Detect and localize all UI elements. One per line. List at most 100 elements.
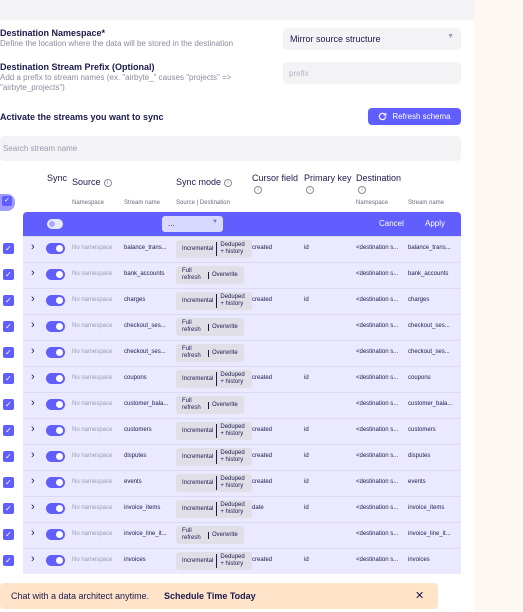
sync-mode-select[interactable]: Full refresh Overwrite: [176, 318, 244, 336]
row-checkbox[interactable]: ✓: [3, 477, 14, 488]
sync-toggle[interactable]: [46, 503, 65, 514]
sync-toggle[interactable]: [46, 477, 65, 488]
table-row[interactable]: ✓ › No namespace customer_bala... Full refre…: [0, 392, 474, 418]
sync-toggle[interactable]: [46, 243, 65, 254]
bulk-sync-toggle[interactable]: [47, 219, 63, 229]
destination-stream-name: invoice_line_it...: [408, 531, 451, 537]
stream-prefix-input[interactable]: prefix: [283, 62, 461, 84]
chevron-right-icon[interactable]: ›: [31, 371, 35, 383]
chevron-right-icon[interactable]: ›: [31, 423, 35, 435]
column-primary-key-label: Primary key: [304, 173, 352, 183]
sync-mode-select[interactable]: Full refresh Overwrite: [176, 344, 244, 362]
sync-mode-select[interactable]: Incremental Deduped + history: [176, 292, 253, 310]
sync-mode-select[interactable]: Incremental Deduped + history: [176, 552, 253, 570]
sync-toggle[interactable]: [46, 321, 65, 332]
sync-mode-select[interactable]: Incremental Deduped + history: [176, 370, 253, 388]
row-checkbox[interactable]: ✓: [3, 347, 14, 358]
sync-mode-select[interactable]: Incremental Deduped + history: [176, 448, 253, 466]
chevron-right-icon[interactable]: ›: [31, 241, 35, 253]
sync-mode-source: Incremental: [182, 297, 214, 304]
row-checkbox[interactable]: ✓: [3, 269, 14, 280]
chevron-right-icon[interactable]: ›: [31, 397, 35, 409]
source-stream-name: events: [124, 479, 142, 485]
bulk-cancel-button[interactable]: Cancel: [379, 219, 404, 228]
chevron-right-icon[interactable]: ›: [31, 293, 35, 305]
table-row[interactable]: ✓ › No namespace balance_trans... Incrementa…: [0, 236, 474, 262]
sync-toggle[interactable]: [46, 451, 65, 462]
sync-toggle[interactable]: [46, 399, 65, 410]
table-row[interactable]: ✓ › No namespace invoices Incremental Deduped…: [0, 548, 474, 574]
table-row[interactable]: ✓ › No namespace checkout_ses... Full refres…: [0, 340, 474, 366]
info-icon[interactable]: i: [224, 178, 233, 187]
bulk-apply-button[interactable]: Apply: [425, 219, 445, 228]
chevron-right-icon[interactable]: ›: [31, 527, 35, 539]
destination-namespace: <destination s...: [356, 375, 399, 381]
row-checkbox[interactable]: ✓: [3, 555, 14, 566]
stream-search-input[interactable]: Search stream name: [0, 136, 461, 161]
sync-mode-select[interactable]: Incremental Deduped + history: [176, 422, 253, 440]
column-primary-key: Primary key i: [304, 173, 352, 195]
sync-mode-select[interactable]: Full refresh Overwrite: [176, 526, 244, 544]
chevron-right-icon[interactable]: ›: [31, 267, 35, 279]
info-icon[interactable]: i: [103, 178, 112, 187]
sync-mode-source: Full refresh: [182, 268, 201, 281]
destination-stream-name: coupons: [408, 375, 431, 381]
sync-mode-select[interactable]: Incremental Deduped + history: [176, 474, 253, 492]
info-icon[interactable]: i: [358, 185, 366, 194]
chevron-right-icon[interactable]: ›: [31, 475, 35, 487]
sync-toggle[interactable]: [46, 555, 65, 566]
chevron-right-icon[interactable]: ›: [31, 345, 35, 357]
sync-toggle[interactable]: [46, 425, 65, 436]
schedule-time-link[interactable]: Schedule Time Today: [164, 591, 256, 601]
stream-search-placeholder: Search stream name: [3, 144, 78, 153]
destination-namespace: <destination s...: [356, 323, 399, 329]
table-row[interactable]: ✓ › No namespace bank_accounts Full refresh O…: [0, 262, 474, 288]
cursor-field: created: [252, 375, 273, 381]
table-row[interactable]: ✓ › No namespace customers Incremental Dedupe…: [0, 418, 474, 444]
sync-toggle[interactable]: [46, 347, 65, 358]
cursor-field: created: [252, 453, 273, 459]
row-checkbox[interactable]: ✓: [3, 373, 14, 384]
chevron-right-icon[interactable]: ›: [31, 553, 35, 565]
sync-toggle[interactable]: [46, 295, 65, 306]
bulk-sync-mode-dropdown[interactable]: ... ▼: [162, 216, 223, 232]
table-row[interactable]: ✓ › No namespace coupons Incremental Deduped …: [0, 366, 474, 392]
connection-form-card: Destination Namespace* Define the locati…: [0, 20, 474, 612]
destination-stream-name: balance_trans...: [408, 245, 451, 251]
sync-toggle[interactable]: [46, 373, 65, 384]
row-checkbox[interactable]: ✓: [3, 243, 14, 254]
select-all-checkbox[interactable]: [0, 194, 15, 211]
sync-toggle[interactable]: [46, 269, 65, 280]
row-checkbox[interactable]: ✓: [3, 503, 14, 514]
row-checkbox[interactable]: ✓: [3, 295, 14, 306]
sync-mode-select[interactable]: Incremental Deduped + history: [176, 240, 253, 258]
sync-mode-destination: Deduped + history: [216, 554, 252, 568]
sync-mode-select[interactable]: Full refresh Overwrite: [176, 266, 244, 284]
subheader-stream-name: Stream name: [124, 200, 161, 206]
table-row[interactable]: ✓ › No namespace checkout_ses... Full refres…: [0, 314, 474, 340]
subheader-namespace: Namespace: [72, 200, 105, 206]
sync-mode-select[interactable]: Incremental Deduped + history: [176, 500, 253, 518]
info-icon[interactable]: i: [254, 185, 262, 194]
table-row[interactable]: ✓ › No namespace invoice_items Incremental De…: [0, 496, 474, 522]
info-icon[interactable]: i: [306, 185, 314, 194]
chevron-right-icon[interactable]: ›: [31, 449, 35, 461]
chevron-right-icon[interactable]: ›: [31, 501, 35, 513]
row-checkbox[interactable]: ✓: [3, 425, 14, 436]
refresh-schema-button[interactable]: Refresh schema: [368, 108, 461, 125]
row-checkbox[interactable]: ✓: [3, 451, 14, 462]
destination-namespace-select[interactable]: Mirror source structure ▼: [283, 28, 461, 50]
row-checkbox[interactable]: ✓: [3, 529, 14, 540]
row-checkbox[interactable]: ✓: [3, 321, 14, 332]
chevron-right-icon[interactable]: ›: [31, 319, 35, 331]
column-cursor-field-label: Cursor field: [252, 173, 299, 183]
row-checkbox[interactable]: ✓: [3, 399, 14, 410]
sync-toggle[interactable]: [46, 529, 65, 540]
sync-mode-select[interactable]: Full refresh Overwrite: [176, 396, 244, 414]
table-row[interactable]: ✓ › No namespace charges Incremental Deduped …: [0, 288, 474, 314]
table-row[interactable]: ✓ › No namespace events Incremental Deduped +…: [0, 470, 474, 496]
table-row[interactable]: ✓ › No namespace invoice_line_it... Full ref…: [0, 522, 474, 548]
close-icon[interactable]: ✕: [415, 589, 424, 602]
table-row[interactable]: ✓ › No namespace disputes Incremental Deduped…: [0, 444, 474, 470]
source-stream-name: bank_accounts: [124, 271, 165, 277]
